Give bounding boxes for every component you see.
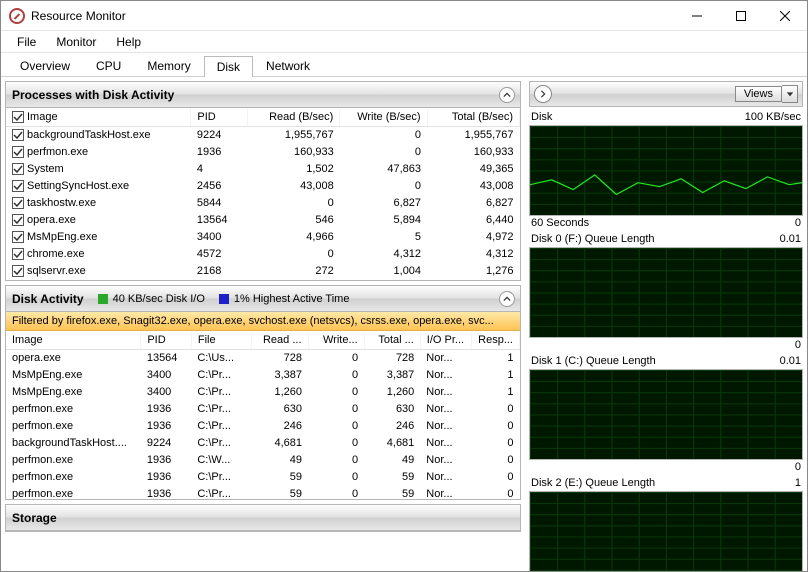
graph-title: Disk 0 (F:) Queue Length [531,233,655,245]
table-row[interactable]: System41,50247,86349,365 [6,161,520,178]
graph-xright: 0 [795,217,801,229]
graph-0: Disk 100 KB/sec 60 Seconds 0 [529,111,803,229]
tab-overview[interactable]: Overview [7,55,83,76]
checkbox-icon[interactable] [12,146,24,158]
storage-header[interactable]: Storage [6,505,520,531]
col-file[interactable]: File [191,331,251,350]
table-row[interactable]: SettingSyncHost.exe245643,008043,008 [6,178,520,195]
col-image[interactable]: Image [6,331,141,350]
col-write[interactable]: Write... [308,331,364,350]
checkbox-icon[interactable] [12,180,24,192]
col-read[interactable]: Read (B/sec) [247,108,339,127]
views-dropdown-icon[interactable] [782,85,798,103]
checkbox-icon[interactable] [12,231,24,243]
checkbox-icon[interactable] [12,214,24,226]
table-row[interactable]: perfmon.exe1936160,9330160,933 [6,144,520,161]
col-total[interactable]: Total (B/sec) [427,108,519,127]
processes-title: Processes with Disk Activity [12,88,174,102]
table-row[interactable]: perfmon.exe1936C:\Pr...59059Nor...0 [6,486,520,500]
graph-2: Disk 1 (C:) Queue Length 0.01 0 [529,355,803,473]
maximize-button[interactable] [719,1,763,31]
tab-cpu[interactable]: CPU [83,55,134,76]
graph-canvas [529,369,803,460]
table-row[interactable]: chrome.exe457204,3124,312 [6,246,520,263]
graph-title: Disk 2 (E:) Queue Length [531,477,655,489]
menu-monitor[interactable]: Monitor [46,33,106,51]
table-row[interactable]: MsMpEng.exe34004,96654,972 [6,229,520,246]
tab-bar: Overview CPU Memory Disk Network [1,53,807,77]
checkbox-icon[interactable] [12,111,24,123]
graph-title: Disk [531,111,552,123]
active-swatch [219,294,229,304]
col-read[interactable]: Read ... [252,331,308,350]
table-row[interactable]: taskhostw.exe584406,8276,827 [6,195,520,212]
col-pid[interactable]: PID [141,331,192,350]
activity-table: Image PID File Read ... Write... Total .… [6,331,520,499]
table-row[interactable]: perfmon.exe1936C:\Pr...59059Nor...0 [6,469,520,486]
tab-disk[interactable]: Disk [204,56,253,77]
checkbox-icon[interactable] [12,163,24,175]
table-row[interactable]: backgroundTaskHost.exe92241,955,76701,95… [6,127,520,144]
storage-title: Storage [12,511,57,525]
graph-canvas [529,247,803,338]
expand-graph-button[interactable] [534,85,552,103]
io-metric: 40 KB/sec Disk I/O [113,293,205,305]
table-row[interactable]: sqlservr.exe21682721,0041,276 [6,263,520,280]
graph-toolbar: Views [529,81,803,107]
menu-file[interactable]: File [7,33,46,51]
table-row[interactable]: opera.exe13564C:\Us...7280728Nor...1 [6,350,520,367]
graph-scale: 0.01 [780,233,801,245]
graph-canvas [529,491,803,571]
window-title: Resource Monitor [31,9,675,23]
graph-scale: 1 [795,477,801,489]
minimize-button[interactable] [675,1,719,31]
processes-header[interactable]: Processes with Disk Activity [6,82,520,108]
table-row[interactable]: MsMpEng.exe3400C:\Pr...3,38703,387Nor...… [6,367,520,384]
graph-3: Disk 2 (E:) Queue Length 1 [529,477,803,571]
activity-header[interactable]: Disk Activity 40 KB/sec Disk I/O 1% High… [6,286,520,312]
processes-table: Image PID Read (B/sec) Write (B/sec) Tot… [6,108,520,280]
activity-title: Disk Activity [12,292,84,306]
checkbox-icon[interactable] [12,129,24,141]
col-resp[interactable]: Resp... [472,331,520,350]
app-icon [9,8,25,24]
table-row[interactable]: MsMpEng.exe3400C:\Pr...1,26001,260Nor...… [6,384,520,401]
tab-memory[interactable]: Memory [134,55,203,76]
views-button[interactable]: Views [735,86,782,102]
table-row[interactable]: perfmon.exe1936C:\W...49049Nor...0 [6,452,520,469]
collapse-icon[interactable] [499,291,515,307]
col-pid[interactable]: PID [191,108,247,127]
col-image[interactable]: Image [6,108,191,127]
io-swatch [98,294,108,304]
filter-bar: Filtered by firefox.exe, Snagit32.exe, o… [6,312,520,331]
col-iopr[interactable]: I/O Pr... [420,331,471,350]
processes-panel: Processes with Disk Activity Image PID R… [5,81,521,281]
table-row[interactable]: backgroundTaskHost....9224C:\Pr...4,6810… [6,435,520,452]
graph-xright: 0 [795,461,801,473]
col-total[interactable]: Total ... [364,331,420,350]
checkbox-icon[interactable] [12,265,24,277]
table-row[interactable]: perfmon.exe1936C:\Pr...6300630Nor...0 [6,401,520,418]
activity-panel: Disk Activity 40 KB/sec Disk I/O 1% High… [5,285,521,500]
active-metric: 1% Highest Active Time [234,293,350,305]
graph-canvas [529,125,803,216]
menu-bar: File Monitor Help [1,31,807,53]
graph-1: Disk 0 (F:) Queue Length 0.01 0 [529,233,803,351]
title-bar: Resource Monitor [1,1,807,31]
graph-title: Disk 1 (C:) Queue Length [531,355,656,367]
menu-help[interactable]: Help [106,33,151,51]
table-row[interactable]: perfmon.exe1936C:\Pr...2460246Nor...0 [6,418,520,435]
col-write[interactable]: Write (B/sec) [340,108,427,127]
tab-network[interactable]: Network [253,55,323,76]
checkbox-icon[interactable] [12,197,24,209]
table-row[interactable]: opera.exe135645465,8946,440 [6,212,520,229]
graph-xleft: 60 Seconds [531,217,589,229]
checkbox-icon[interactable] [12,248,24,260]
graph-scale: 100 KB/sec [745,111,801,123]
graph-scale: 0.01 [780,355,801,367]
storage-panel: Storage [5,504,521,532]
collapse-icon[interactable] [499,87,515,103]
close-button[interactable] [763,1,807,31]
graph-xright: 0 [795,339,801,351]
